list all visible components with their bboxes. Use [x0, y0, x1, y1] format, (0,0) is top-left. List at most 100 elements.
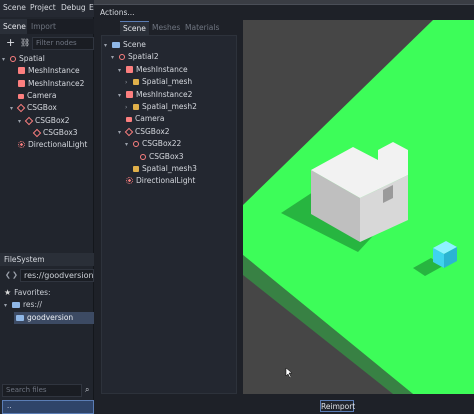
csg-icon — [124, 127, 134, 137]
tree-item-label: Spatial_mesh — [142, 77, 193, 87]
light-icon — [18, 141, 25, 149]
actions-menu-button[interactable]: Actions... — [100, 8, 135, 17]
tree-item-label: CSGBox2 — [35, 115, 70, 125]
tree-item[interactable]: ▾ CSGBox2 — [118, 127, 170, 139]
path-input[interactable]: res://goodversion/Sp — [20, 269, 94, 282]
csg-icon — [32, 128, 42, 138]
tree-item-label: MeshInstance2 — [136, 89, 193, 99]
tree-item-label: Camera — [135, 114, 165, 124]
expand-arrow-icon[interactable]: › — [125, 79, 133, 86]
tree-item-label: CSGBox22 — [142, 139, 182, 149]
back-icon[interactable]: ❮ — [5, 271, 11, 279]
tree-item-label: DirectionalLight — [28, 140, 88, 150]
tree-item-label: CSGBox3 — [43, 127, 78, 137]
light-icon — [126, 177, 133, 185]
file-list-item-parent[interactable]: .. — [2, 400, 94, 414]
tree-item[interactable]: DirectionalLight — [118, 176, 195, 188]
tab-import[interactable]: Import — [28, 19, 58, 34]
tree-item-label: Camera — [27, 90, 57, 100]
expand-arrow-icon[interactable]: ▾ — [125, 141, 133, 148]
tree-item[interactable]: MeshInstance2 — [10, 79, 84, 91]
expand-arrow-icon[interactable]: ▾ — [4, 302, 12, 309]
tree-item-label: Scene — [123, 40, 146, 49]
tree-item[interactable]: ▾ CSGBox22 — [125, 139, 181, 151]
res-root-row[interactable]: ▾ res:// — [4, 300, 42, 309]
favorites-label: Favorites: — [14, 288, 51, 297]
tab-materials[interactable]: Materials — [182, 21, 222, 35]
mesh-icon — [18, 79, 25, 87]
expand-arrow-icon[interactable]: ▾ — [111, 54, 119, 61]
tree-item[interactable]: DirectionalLight — [10, 140, 87, 152]
tree-item-label: MeshInstance2 — [28, 78, 85, 88]
expand-arrow-icon[interactable]: › — [125, 104, 133, 111]
mesh-icon — [18, 67, 25, 75]
tab-meshes[interactable]: Meshes — [149, 21, 182, 35]
mesh-icon — [126, 90, 133, 98]
tree-item-label: Spatial_mesh2 — [142, 102, 197, 111]
add-node-button[interactable]: + — [6, 36, 15, 49]
camera-icon — [126, 117, 132, 123]
expand-arrow-icon[interactable]: ▾ — [104, 42, 112, 49]
expand-arrow-icon[interactable]: ▾ — [118, 67, 126, 74]
tree-item-label: CSGBox3 — [149, 151, 184, 161]
camera-icon — [18, 93, 24, 99]
tree-item[interactable]: › Spatial_mesh2 — [125, 102, 197, 114]
tree-item[interactable]: ▾ CSGBox2 — [18, 116, 70, 128]
tree-item-label: Spatial — [19, 54, 45, 63]
tree-item-label: MeshInstance — [136, 64, 188, 74]
tree-item[interactable]: CSGBox3 — [132, 152, 184, 164]
menu-project[interactable]: Project — [30, 3, 56, 12]
tree-item[interactable]: MeshInstance — [10, 66, 80, 78]
dialog-tabs: Scene Meshes Materials — [101, 21, 237, 35]
folder-label: goodversion — [27, 313, 74, 322]
tree-item-label: Spatial2 — [128, 52, 159, 62]
folder-icon — [16, 315, 24, 321]
reimport-button[interactable]: Reimport — [320, 400, 355, 412]
folder-goodversion[interactable]: goodversion — [16, 313, 73, 322]
expand-arrow-icon[interactable]: ▾ — [2, 56, 10, 63]
tree-item[interactable]: ▾ MeshInstance2 — [118, 90, 192, 102]
menu-debug[interactable]: Debug — [61, 3, 86, 12]
dock-tabs: Scene Import — [0, 19, 94, 34]
csg-icon — [16, 103, 26, 113]
tree-item[interactable]: ▾ Scene — [104, 40, 146, 52]
tree-item-label: CSGBox — [27, 103, 57, 113]
import-icon — [133, 166, 139, 172]
spatial-icon — [119, 54, 125, 61]
menu-bar: Scene Project Debug E — [0, 0, 94, 17]
csg-icon — [24, 116, 34, 125]
link-icon[interactable]: ⛓ — [20, 38, 30, 47]
folder-icon — [112, 42, 120, 48]
menu-scene[interactable]: Scene — [3, 3, 26, 12]
tree-item[interactable]: ▾ Spatial2 — [111, 52, 159, 64]
favorites-row[interactable]: ★ Favorites: — [4, 288, 51, 297]
tree-item[interactable]: › Spatial_mesh — [125, 77, 192, 89]
search-icon[interactable]: ⌕ — [85, 385, 89, 395]
tree-item-label: DirectionalLight — [136, 176, 196, 186]
expand-arrow-icon[interactable]: ▾ — [118, 92, 126, 99]
3d-preview-viewport[interactable] — [243, 20, 474, 394]
res-root-label: res:// — [23, 300, 43, 309]
filter-nodes-input[interactable]: Filter nodes — [32, 37, 94, 50]
star-icon: ★ — [4, 288, 12, 297]
import-icon — [133, 104, 139, 110]
forward-icon[interactable]: ❯ — [12, 271, 18, 279]
tree-item-label: Spatial_mesh3 — [142, 164, 197, 173]
spatial-icon — [133, 141, 139, 148]
tree-item[interactable]: ▾ MeshInstance — [118, 65, 188, 77]
tab-scene[interactable]: Scene — [120, 21, 149, 35]
tree-item[interactable]: Camera — [118, 114, 164, 126]
spatial-icon — [140, 153, 146, 160]
spatial-icon — [10, 56, 16, 62]
filesystem-header[interactable]: FileSystem — [0, 253, 94, 266]
tree-item[interactable]: ▾ Spatial — [2, 54, 45, 66]
tree-item[interactable]: ▾ CSGBox — [10, 103, 57, 115]
tab-scene[interactable]: Scene — [0, 19, 27, 34]
tree-item-label: MeshInstance — [28, 66, 80, 76]
tree-item[interactable]: Camera — [10, 91, 56, 103]
search-files-input[interactable]: Search files — [2, 384, 82, 397]
tree-item[interactable]: CSGBox3 — [26, 128, 78, 140]
mouse-cursor-icon — [285, 367, 293, 379]
import-icon — [133, 79, 139, 86]
tree-item[interactable]: Spatial_mesh3 — [125, 164, 197, 176]
